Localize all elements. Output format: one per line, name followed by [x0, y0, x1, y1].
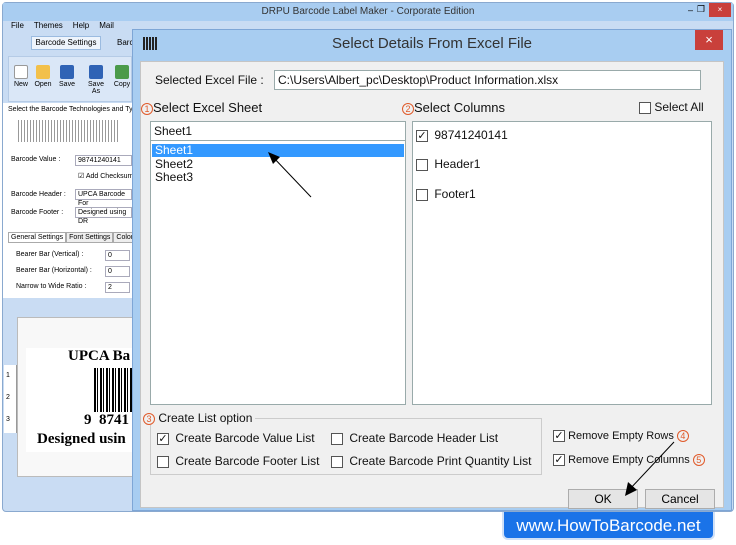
quantity-list-checkbox[interactable]: Create Barcode Print Quantity List [331, 454, 531, 468]
save-as-button[interactable]: Save As [85, 65, 107, 95]
menu-mail[interactable]: Mail [99, 21, 114, 30]
sheet-item[interactable]: Sheet3 [155, 170, 193, 184]
tab-barcode-designing[interactable]: Barc [117, 38, 133, 47]
column-checkbox[interactable]: ✓ 98741240141 [416, 128, 508, 142]
select-all-checkbox[interactable]: Select All [639, 100, 704, 114]
preview-digits: 9 8741 [84, 412, 129, 428]
sheet-heading: 1 Select Excel Sheet [141, 100, 262, 115]
window-close-button[interactable]: × [709, 3, 731, 17]
technologies-label: Select the Barcode Technologies and Type [8, 106, 141, 113]
menu-themes[interactable]: Themes [34, 21, 63, 30]
add-checksum-checkbox[interactable]: ☑ Add Checksum [78, 172, 133, 180]
sheet-list[interactable]: Sheet1 Sheet1 Sheet2 Sheet3 [150, 121, 406, 405]
copy-button[interactable]: Copy [111, 65, 133, 88]
column-checkbox[interactable]: Footer1 [416, 187, 476, 201]
header-input[interactable]: UPCA Barcode For [75, 189, 132, 207]
new-button[interactable]: New [10, 65, 32, 88]
dialog-title: Select Details From Excel File [331, 35, 533, 52]
create-list-heading: 3 Create List option [143, 411, 256, 425]
columns-list: ✓ 98741240141 Header1 Footer1 [412, 121, 712, 405]
bearer-vertical-stepper[interactable]: 0 [105, 250, 130, 261]
columns-heading: 2 Select Columns [402, 100, 505, 115]
tab-general-settings[interactable]: General Settings [8, 232, 67, 243]
bearer-horizontal-stepper[interactable]: 0 [105, 266, 130, 277]
barcode-bars [94, 368, 132, 412]
footer-label: Barcode Footer : [11, 209, 64, 216]
sheet-current-input[interactable]: Sheet1 [151, 122, 405, 141]
restore-button[interactable]: ❐ [697, 4, 705, 15]
barcode-preview: UPCA Ba 9 8741 Designed usin [26, 348, 132, 452]
menu-help[interactable]: Help [73, 21, 89, 30]
save-button[interactable]: Save [56, 65, 78, 88]
value-list-checkbox[interactable]: ✓ Create Barcode Value List [157, 431, 315, 445]
vertical-ruler: 123 [4, 365, 17, 433]
barcode-value-label: Barcode Value : [11, 156, 61, 163]
bearer-vertical-label: Bearer Bar (Vertical) : [16, 251, 84, 258]
header-list-checkbox[interactable]: Create Barcode Header List [331, 431, 498, 445]
column-checkbox[interactable]: Header1 [416, 157, 480, 171]
sheet-item[interactable]: Sheet2 [155, 157, 193, 171]
window-title: DRPU Barcode Label Maker - Corporate Edi… [3, 3, 733, 21]
toolbar: New Open Save Save As Copy [8, 56, 132, 102]
menu-file[interactable]: File [11, 21, 24, 30]
tab-font-settings[interactable]: Font Settings [66, 232, 114, 243]
arrow-annotation [268, 152, 312, 198]
footer-input[interactable]: Designed using DR [75, 207, 132, 225]
preview-footer: Designed usin [37, 431, 126, 447]
ratio-label: Narrow to Wide Ratio : [16, 283, 87, 290]
arrow-annotation [625, 441, 675, 496]
tab-barcode-settings[interactable]: Barcode Settings [31, 36, 101, 50]
barcode-value-input[interactable]: 98741240141 [75, 155, 132, 166]
watermark: www.HowToBarcode.net [502, 512, 715, 540]
dialog-close-button[interactable]: × [695, 30, 723, 50]
file-label: Selected Excel File : [155, 73, 264, 87]
minimize-button[interactable]: – [688, 5, 693, 15]
footer-list-checkbox[interactable]: Create Barcode Footer List [157, 454, 319, 468]
header-label: Barcode Header : [11, 191, 66, 198]
preview-header: UPCA Ba [68, 348, 131, 364]
file-path-input[interactable]: C:\Users\Albert_pc\Desktop\Product Infor… [274, 70, 701, 90]
open-button[interactable]: Open [32, 65, 54, 88]
dialog-panel: Selected Excel File : C:\Users\Albert_pc… [140, 61, 724, 509]
barcode-type-icons[interactable] [18, 120, 118, 142]
ratio-stepper[interactable]: 2 [105, 282, 130, 293]
bearer-horizontal-label: Bearer Bar (Horizontal) : [16, 267, 92, 274]
excel-dialog: Select Details From Excel File × Selecte… [132, 29, 732, 511]
